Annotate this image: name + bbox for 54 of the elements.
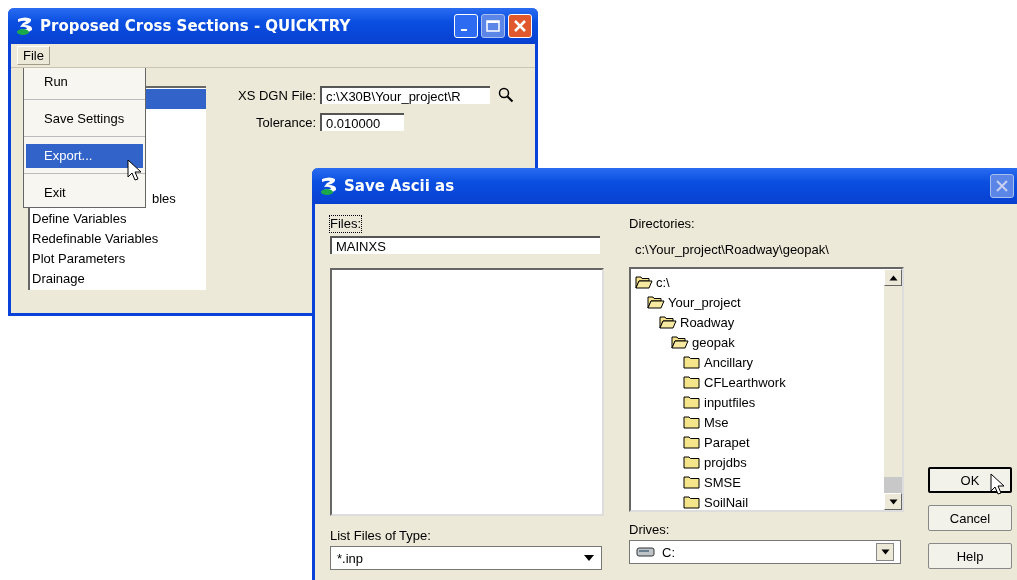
dialog-button[interactable]: Help <box>928 543 1012 569</box>
folder-name[interactable]: SMSE <box>704 474 741 490</box>
list-item[interactable]: Redefinable Variables <box>30 229 206 249</box>
list-item[interactable]: Define Variables <box>30 209 206 229</box>
field-label: Tolerance: <box>255 114 316 130</box>
close-icon <box>513 19 527 33</box>
drives-dropdown[interactable]: C: <box>629 540 901 564</box>
folder-name[interactable]: SoilNail <box>704 494 749 510</box>
folder-name[interactable]: Ancillary <box>704 354 754 370</box>
menu-item[interactable]: Export... <box>26 144 143 168</box>
input-field[interactable]: c:\X30B\Your_project\R <box>320 86 490 104</box>
file-name-field[interactable]: MAINXS <box>330 236 600 254</box>
field-label: XS DGN File: <box>237 87 316 103</box>
directories-label: Directories: <box>629 216 695 232</box>
folder-name[interactable]: CFLearthwork <box>704 374 786 390</box>
folder-name[interactable]: projdbs <box>704 454 747 470</box>
input-field[interactable]: 0.010000 <box>320 113 404 131</box>
search-icon[interactable] <box>498 87 514 103</box>
drive-icon <box>636 546 656 558</box>
maximize-icon <box>486 20 500 32</box>
dropdown-arrow-icon[interactable] <box>880 549 890 555</box>
close-icon <box>995 179 1009 193</box>
scrollbar[interactable] <box>884 269 902 510</box>
folder-name[interactable]: Your_project <box>668 294 741 310</box>
minimize-icon <box>461 29 467 31</box>
file-type-label: List Files of Type: <box>330 528 431 544</box>
dialog-title: Save Ascii as <box>344 177 456 195</box>
directory-path: c:\Your_project\Roadway\geopak\ <box>634 242 830 258</box>
dropdown-arrow-icon[interactable] <box>583 554 595 562</box>
folder-name[interactable]: Roadway <box>680 314 735 330</box>
folder-name[interactable]: geopak <box>692 334 735 350</box>
dialog-button[interactable]: OK <box>928 467 1012 493</box>
dialog-button[interactable]: Cancel <box>928 505 1012 531</box>
maximize-button[interactable] <box>481 14 505 38</box>
file-type-dropdown[interactable]: *.inp <box>330 546 602 570</box>
folder-name[interactable]: Parapet <box>704 434 750 450</box>
folder-name[interactable]: c:\ <box>656 274 670 290</box>
menu-item[interactable]: File <box>17 46 50 65</box>
scroll-down-icon[interactable] <box>888 498 898 505</box>
drives-label: Drives: <box>629 522 670 538</box>
list-item[interactable]: Plot Parameters <box>30 249 206 269</box>
cursor-icon <box>127 159 143 183</box>
files-label: Files: <box>330 216 362 232</box>
menu-item[interactable]: Exit <box>26 181 143 205</box>
minimize-button[interactable] <box>454 14 478 38</box>
folder-name[interactable]: Mse <box>704 414 729 430</box>
scroll-thumb[interactable] <box>884 477 902 493</box>
list-item[interactable]: Drainage <box>30 269 206 289</box>
window-title: Proposed Cross Sections - QUICKTRY <box>40 17 352 35</box>
folder-name[interactable]: inputfiles <box>704 394 756 410</box>
menu-item[interactable]: Run <box>26 70 143 94</box>
scroll-up-icon[interactable] <box>888 274 898 281</box>
cursor-icon <box>990 473 1006 497</box>
menu-item[interactable]: Save Settings <box>26 107 143 131</box>
